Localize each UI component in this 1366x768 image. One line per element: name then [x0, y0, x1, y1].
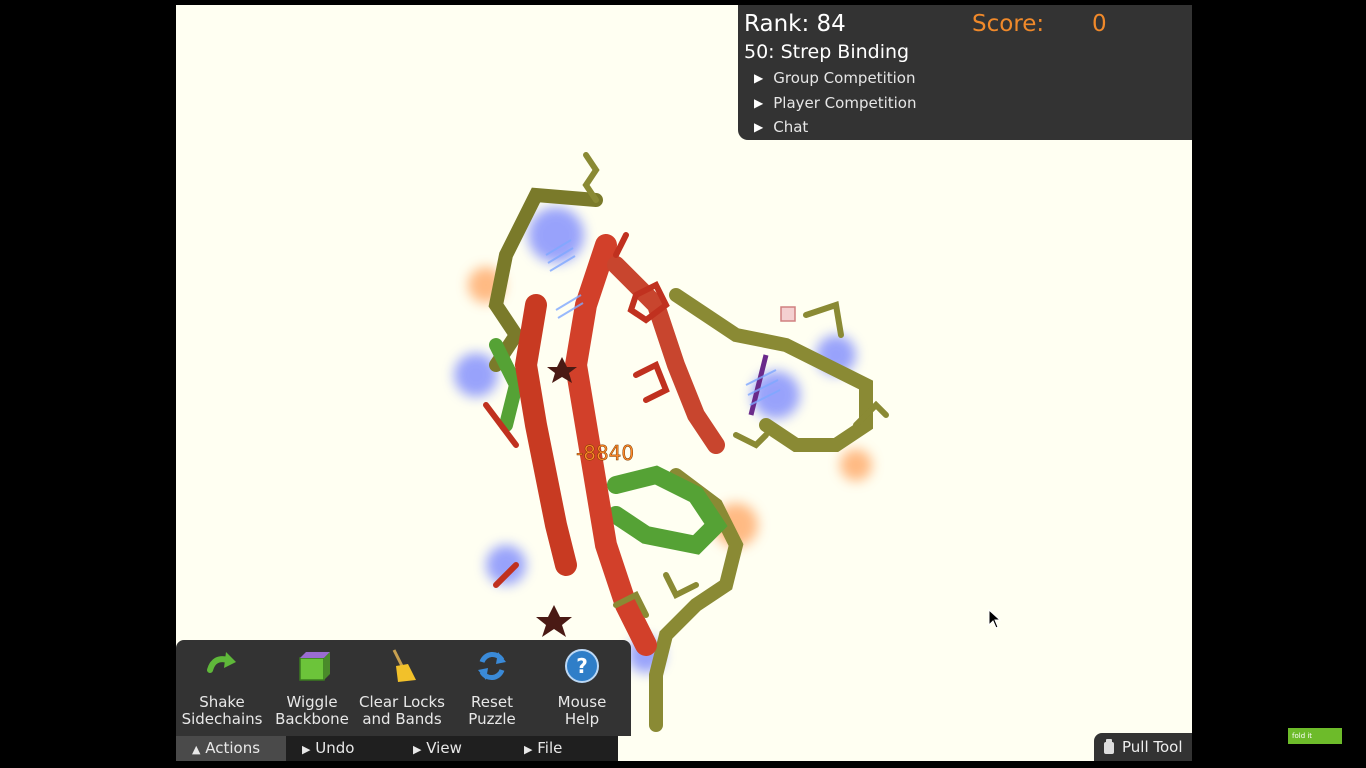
view-menu-tab[interactable]: ▶ View — [413, 736, 462, 761]
reset-label-1: Reset — [471, 693, 513, 711]
score-label: Score: — [972, 11, 1045, 37]
energy-label: -8840 — [576, 441, 634, 465]
score-panel: Rank: 84 Score: 0 50: Strep Binding ▶ Gr… — [738, 5, 1192, 140]
broom-icon — [392, 649, 416, 682]
shake-sidechains-button[interactable]: Shake Sidechains — [178, 648, 266, 728]
right-triangle-icon: ▶ — [302, 743, 311, 756]
bottom-menu-bar: ▲ Actions ▶ Undo ▶ View ▶ File — [176, 736, 618, 761]
wiggle-cube-icon — [299, 652, 330, 681]
actions-menu-tab[interactable]: ▲ Actions — [176, 736, 286, 761]
chat-label: Chat — [773, 118, 809, 136]
expand-triangle-icon: ▶ — [754, 71, 764, 85]
clear-locks-bands-button[interactable]: Clear Locks and Bands — [358, 648, 446, 728]
up-triangle-icon: ▲ — [192, 743, 201, 756]
reset-label-2: Puzzle — [468, 710, 516, 728]
right-triangle-icon: ▶ — [413, 743, 422, 756]
expand-triangle-icon: ▶ — [754, 120, 764, 134]
svg-text:?: ? — [576, 654, 588, 678]
help-label-2: Help — [564, 710, 600, 728]
reset-arrows-icon — [478, 652, 506, 680]
question-icon: ? — [565, 649, 599, 683]
file-menu-tab[interactable]: ▶ File — [524, 736, 562, 761]
group-competition-link[interactable]: ▶ Group Competition — [754, 69, 915, 87]
group-competition-label: Group Competition — [773, 69, 916, 87]
foldit-logo: fold it — [1288, 728, 1342, 744]
mouse-cursor-icon — [988, 609, 1002, 629]
help-label-1: Mouse — [557, 693, 607, 711]
view-menu-label: View — [426, 739, 462, 757]
shake-label-1: Shake — [199, 693, 245, 711]
shake-label-2: Sidechains — [181, 710, 263, 728]
clear-label-1: Clear Locks — [358, 693, 445, 711]
pull-tool-icon — [1104, 739, 1114, 754]
player-competition-link[interactable]: ▶ Player Competition — [754, 94, 916, 112]
wiggle-label-1: Wiggle — [286, 693, 338, 711]
actions-menu-label: Actions — [205, 739, 261, 757]
undo-menu-label: Undo — [315, 739, 355, 757]
wiggle-label-2: Backbone — [275, 710, 349, 728]
shake-arrow-icon — [207, 652, 236, 673]
clear-label-2: and Bands — [362, 710, 442, 728]
reset-puzzle-button[interactable]: Reset Puzzle — [448, 648, 536, 728]
actions-panel: Shake Sidechains Wiggle Backbone Clear L… — [176, 640, 631, 736]
puzzle-title: 50: Strep Binding — [744, 41, 910, 63]
file-menu-label: File — [537, 739, 563, 757]
expand-triangle-icon: ▶ — [754, 96, 764, 110]
undo-menu-tab[interactable]: ▶ Undo — [302, 736, 354, 761]
wiggle-backbone-button[interactable]: Wiggle Backbone — [268, 648, 356, 728]
rank-label: Rank: 84 — [744, 11, 846, 37]
mouse-help-button[interactable]: ? Mouse Help — [538, 648, 626, 728]
pull-tool-button[interactable]: Pull Tool — [1094, 733, 1192, 761]
score-value: 0 — [1092, 11, 1107, 37]
pull-tool-label: Pull Tool — [1122, 738, 1183, 756]
player-competition-label: Player Competition — [773, 94, 917, 112]
right-triangle-icon: ▶ — [524, 743, 533, 756]
chat-link[interactable]: ▶ Chat — [754, 118, 808, 136]
